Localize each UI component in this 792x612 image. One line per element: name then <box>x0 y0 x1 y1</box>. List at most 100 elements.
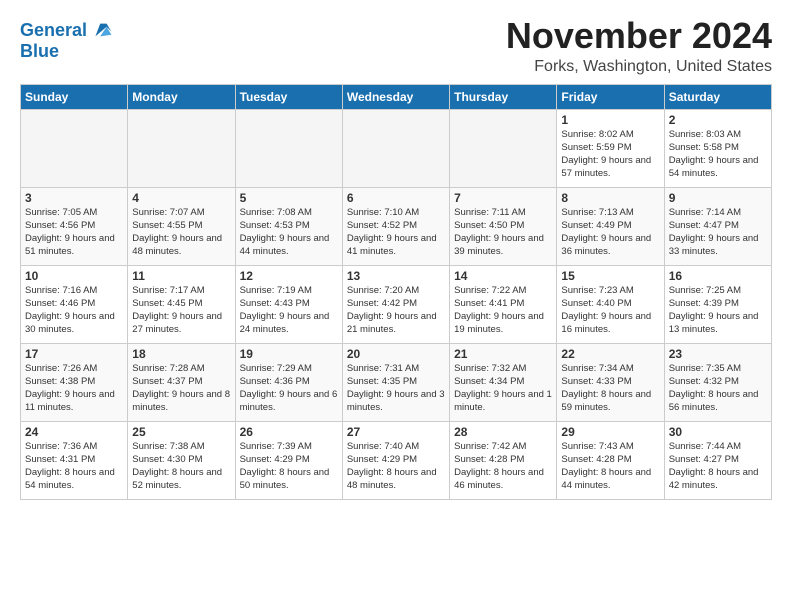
day-detail: Sunrise: 7:36 AM Sunset: 4:31 PM Dayligh… <box>25 440 123 493</box>
calendar-header-row: Sunday Monday Tuesday Wednesday Thursday… <box>21 84 772 109</box>
calendar-cell: 15Sunrise: 7:23 AM Sunset: 4:40 PM Dayli… <box>557 265 664 343</box>
header-wednesday: Wednesday <box>342 84 449 109</box>
calendar-table: Sunday Monday Tuesday Wednesday Thursday… <box>20 84 772 500</box>
day-detail: Sunrise: 7:07 AM Sunset: 4:55 PM Dayligh… <box>132 206 230 259</box>
calendar-week-2: 3Sunrise: 7:05 AM Sunset: 4:56 PM Daylig… <box>21 187 772 265</box>
day-number: 9 <box>669 191 767 205</box>
day-number: 4 <box>132 191 230 205</box>
header: General Blue November 2024 Forks, Washin… <box>20 16 772 76</box>
day-detail: Sunrise: 7:22 AM Sunset: 4:41 PM Dayligh… <box>454 284 552 337</box>
header-sunday: Sunday <box>21 84 128 109</box>
header-tuesday: Tuesday <box>235 84 342 109</box>
day-detail: Sunrise: 8:02 AM Sunset: 5:59 PM Dayligh… <box>561 128 659 181</box>
logo-text-line1: General <box>20 21 87 41</box>
calendar-cell: 13Sunrise: 7:20 AM Sunset: 4:42 PM Dayli… <box>342 265 449 343</box>
calendar-cell: 25Sunrise: 7:38 AM Sunset: 4:30 PM Dayli… <box>128 421 235 499</box>
day-number: 17 <box>25 347 123 361</box>
day-detail: Sunrise: 7:40 AM Sunset: 4:29 PM Dayligh… <box>347 440 445 493</box>
day-number: 30 <box>669 425 767 439</box>
day-detail: Sunrise: 7:08 AM Sunset: 4:53 PM Dayligh… <box>240 206 338 259</box>
calendar-cell: 12Sunrise: 7:19 AM Sunset: 4:43 PM Dayli… <box>235 265 342 343</box>
day-detail: Sunrise: 7:44 AM Sunset: 4:27 PM Dayligh… <box>669 440 767 493</box>
day-detail: Sunrise: 7:13 AM Sunset: 4:49 PM Dayligh… <box>561 206 659 259</box>
calendar-cell <box>235 109 342 187</box>
day-detail: Sunrise: 7:32 AM Sunset: 4:34 PM Dayligh… <box>454 362 552 415</box>
logo: General Blue <box>20 20 113 62</box>
calendar-cell: 5Sunrise: 7:08 AM Sunset: 4:53 PM Daylig… <box>235 187 342 265</box>
page: General Blue November 2024 Forks, Washin… <box>0 0 792 510</box>
calendar-cell: 10Sunrise: 7:16 AM Sunset: 4:46 PM Dayli… <box>21 265 128 343</box>
day-number: 27 <box>347 425 445 439</box>
day-detail: Sunrise: 7:23 AM Sunset: 4:40 PM Dayligh… <box>561 284 659 337</box>
day-detail: Sunrise: 7:19 AM Sunset: 4:43 PM Dayligh… <box>240 284 338 337</box>
day-number: 14 <box>454 269 552 283</box>
day-detail: Sunrise: 7:26 AM Sunset: 4:38 PM Dayligh… <box>25 362 123 415</box>
title-area: November 2024 Forks, Washington, United … <box>506 16 772 76</box>
calendar-cell: 24Sunrise: 7:36 AM Sunset: 4:31 PM Dayli… <box>21 421 128 499</box>
day-detail: Sunrise: 7:20 AM Sunset: 4:42 PM Dayligh… <box>347 284 445 337</box>
day-detail: Sunrise: 7:42 AM Sunset: 4:28 PM Dayligh… <box>454 440 552 493</box>
day-number: 2 <box>669 113 767 127</box>
location-title: Forks, Washington, United States <box>506 58 772 76</box>
calendar-cell: 8Sunrise: 7:13 AM Sunset: 4:49 PM Daylig… <box>557 187 664 265</box>
day-number: 13 <box>347 269 445 283</box>
calendar-cell: 3Sunrise: 7:05 AM Sunset: 4:56 PM Daylig… <box>21 187 128 265</box>
day-number: 26 <box>240 425 338 439</box>
day-detail: Sunrise: 7:39 AM Sunset: 4:29 PM Dayligh… <box>240 440 338 493</box>
calendar-cell: 27Sunrise: 7:40 AM Sunset: 4:29 PM Dayli… <box>342 421 449 499</box>
calendar-cell <box>450 109 557 187</box>
calendar-cell: 28Sunrise: 7:42 AM Sunset: 4:28 PM Dayli… <box>450 421 557 499</box>
day-detail: Sunrise: 7:05 AM Sunset: 4:56 PM Dayligh… <box>25 206 123 259</box>
calendar-cell: 7Sunrise: 7:11 AM Sunset: 4:50 PM Daylig… <box>450 187 557 265</box>
day-detail: Sunrise: 7:17 AM Sunset: 4:45 PM Dayligh… <box>132 284 230 337</box>
day-detail: Sunrise: 7:38 AM Sunset: 4:30 PM Dayligh… <box>132 440 230 493</box>
calendar-cell: 1Sunrise: 8:02 AM Sunset: 5:59 PM Daylig… <box>557 109 664 187</box>
calendar-cell: 26Sunrise: 7:39 AM Sunset: 4:29 PM Dayli… <box>235 421 342 499</box>
calendar-cell: 30Sunrise: 7:44 AM Sunset: 4:27 PM Dayli… <box>664 421 771 499</box>
day-number: 22 <box>561 347 659 361</box>
calendar-cell: 9Sunrise: 7:14 AM Sunset: 4:47 PM Daylig… <box>664 187 771 265</box>
day-number: 19 <box>240 347 338 361</box>
calendar-cell: 22Sunrise: 7:34 AM Sunset: 4:33 PM Dayli… <box>557 343 664 421</box>
day-detail: Sunrise: 7:14 AM Sunset: 4:47 PM Dayligh… <box>669 206 767 259</box>
day-detail: Sunrise: 7:31 AM Sunset: 4:35 PM Dayligh… <box>347 362 445 415</box>
day-number: 6 <box>347 191 445 205</box>
day-number: 21 <box>454 347 552 361</box>
header-saturday: Saturday <box>664 84 771 109</box>
day-detail: Sunrise: 8:03 AM Sunset: 5:58 PM Dayligh… <box>669 128 767 181</box>
day-number: 25 <box>132 425 230 439</box>
day-detail: Sunrise: 7:28 AM Sunset: 4:37 PM Dayligh… <box>132 362 230 415</box>
calendar-cell: 20Sunrise: 7:31 AM Sunset: 4:35 PM Dayli… <box>342 343 449 421</box>
calendar-week-3: 10Sunrise: 7:16 AM Sunset: 4:46 PM Dayli… <box>21 265 772 343</box>
day-number: 23 <box>669 347 767 361</box>
day-number: 12 <box>240 269 338 283</box>
header-monday: Monday <box>128 84 235 109</box>
calendar-cell: 4Sunrise: 7:07 AM Sunset: 4:55 PM Daylig… <box>128 187 235 265</box>
calendar-cell <box>342 109 449 187</box>
day-number: 28 <box>454 425 552 439</box>
calendar-cell: 14Sunrise: 7:22 AM Sunset: 4:41 PM Dayli… <box>450 265 557 343</box>
calendar-week-5: 24Sunrise: 7:36 AM Sunset: 4:31 PM Dayli… <box>21 421 772 499</box>
header-friday: Friday <box>557 84 664 109</box>
calendar-cell: 16Sunrise: 7:25 AM Sunset: 4:39 PM Dayli… <box>664 265 771 343</box>
day-number: 29 <box>561 425 659 439</box>
calendar-cell <box>21 109 128 187</box>
calendar-cell: 19Sunrise: 7:29 AM Sunset: 4:36 PM Dayli… <box>235 343 342 421</box>
day-detail: Sunrise: 7:35 AM Sunset: 4:32 PM Dayligh… <box>669 362 767 415</box>
calendar-week-4: 17Sunrise: 7:26 AM Sunset: 4:38 PM Dayli… <box>21 343 772 421</box>
calendar-cell: 17Sunrise: 7:26 AM Sunset: 4:38 PM Dayli… <box>21 343 128 421</box>
calendar-cell: 21Sunrise: 7:32 AM Sunset: 4:34 PM Dayli… <box>450 343 557 421</box>
calendar-cell: 2Sunrise: 8:03 AM Sunset: 5:58 PM Daylig… <box>664 109 771 187</box>
header-thursday: Thursday <box>450 84 557 109</box>
day-number: 18 <box>132 347 230 361</box>
day-number: 11 <box>132 269 230 283</box>
day-detail: Sunrise: 7:43 AM Sunset: 4:28 PM Dayligh… <box>561 440 659 493</box>
calendar-cell: 23Sunrise: 7:35 AM Sunset: 4:32 PM Dayli… <box>664 343 771 421</box>
day-detail: Sunrise: 7:11 AM Sunset: 4:50 PM Dayligh… <box>454 206 552 259</box>
calendar-cell: 11Sunrise: 7:17 AM Sunset: 4:45 PM Dayli… <box>128 265 235 343</box>
calendar-cell: 29Sunrise: 7:43 AM Sunset: 4:28 PM Dayli… <box>557 421 664 499</box>
day-detail: Sunrise: 7:16 AM Sunset: 4:46 PM Dayligh… <box>25 284 123 337</box>
calendar-cell: 6Sunrise: 7:10 AM Sunset: 4:52 PM Daylig… <box>342 187 449 265</box>
day-detail: Sunrise: 7:25 AM Sunset: 4:39 PM Dayligh… <box>669 284 767 337</box>
logo-icon <box>89 18 113 42</box>
